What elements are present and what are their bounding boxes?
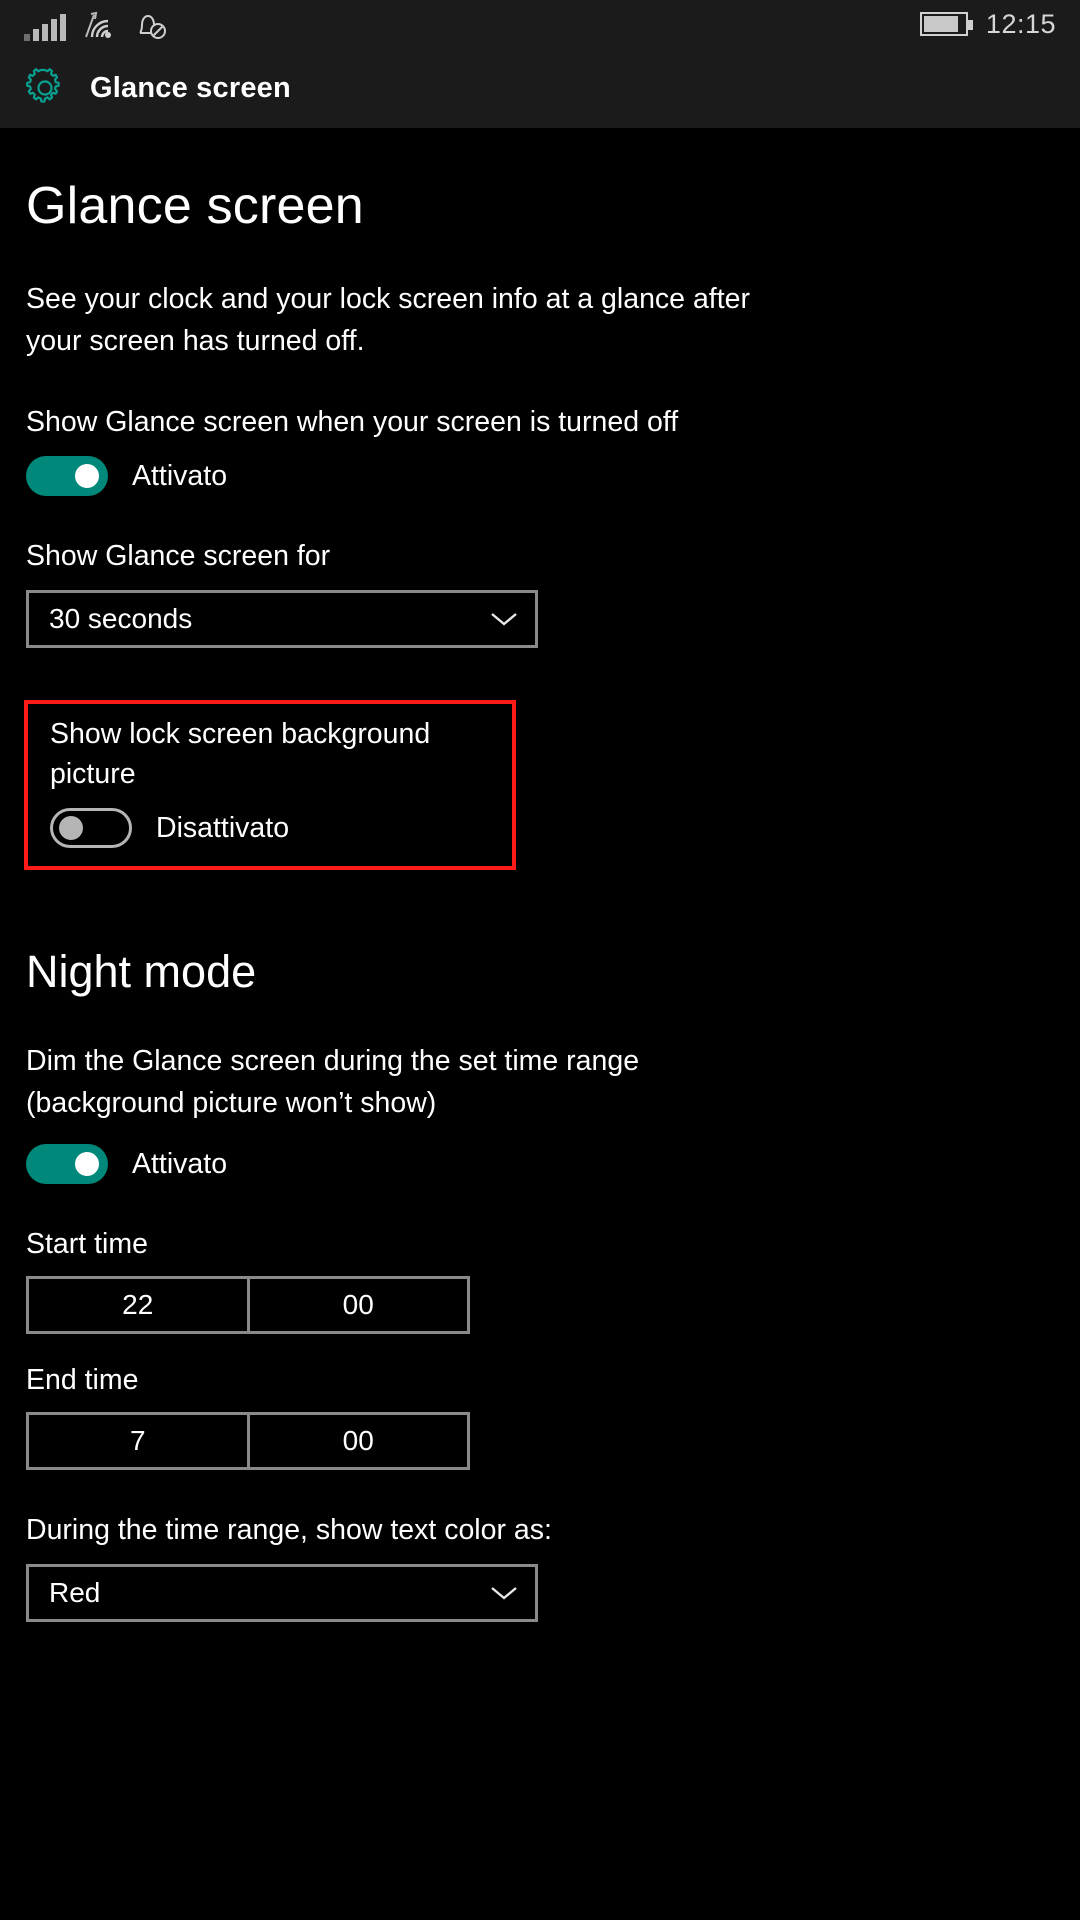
night-mode-state: Attivato: [132, 1147, 228, 1180]
status-bar: 12:15: [0, 0, 1080, 48]
show-glance-when-off-state: Attivato: [132, 459, 228, 492]
lock-screen-background-label: Show lock screen background picture: [50, 718, 431, 790]
end-time-label: End time: [26, 1364, 139, 1396]
status-bar-left-icons: [24, 7, 168, 41]
app-bar-title: Glance screen: [90, 71, 291, 104]
chevron-down-icon: [489, 1584, 519, 1602]
night-mode-toggle-row[interactable]: Attivato: [26, 1144, 1054, 1184]
chevron-down-icon: [489, 610, 519, 628]
end-time-row[interactable]: 7 00: [26, 1412, 470, 1470]
text-color-label: During the time range, show text color a…: [26, 1514, 552, 1546]
start-time-hour[interactable]: 22: [26, 1276, 250, 1334]
lock-screen-background-highlight: Show lock screen background picture Disa…: [24, 700, 516, 870]
end-time-minute[interactable]: 00: [249, 1412, 470, 1470]
lock-screen-background-state: Disattivato: [156, 811, 290, 844]
gear-icon: [22, 65, 68, 111]
bell-off-icon: [134, 11, 168, 41]
text-color-dropdown[interactable]: Red: [26, 1564, 538, 1622]
lock-screen-background-toggle-row[interactable]: Disattivato: [50, 808, 512, 848]
signal-bars-icon: [24, 14, 66, 41]
switch-knob: [59, 816, 83, 840]
page-title: Glance screen: [26, 177, 364, 235]
switch-knob: [75, 1152, 99, 1176]
show-glance-when-off-switch[interactable]: [26, 456, 108, 496]
text-color-value: Red: [49, 1577, 101, 1608]
end-time-hour[interactable]: 7: [26, 1412, 250, 1470]
show-glance-for-value: 30 seconds: [49, 603, 193, 634]
show-glance-for-dropdown[interactable]: 30 seconds: [26, 590, 538, 648]
start-time-label: Start time: [26, 1228, 148, 1260]
page-description: See your clock and your lock screen info…: [26, 283, 750, 357]
wifi-icon: [80, 11, 120, 41]
switch-knob: [75, 464, 99, 488]
night-mode-switch[interactable]: [26, 1144, 108, 1184]
start-time-row[interactable]: 22 00: [26, 1276, 470, 1334]
show-glance-when-off-label: Show Glance screen when your screen is t…: [26, 406, 679, 438]
night-mode-title: Night mode: [26, 946, 257, 997]
battery-icon: [919, 12, 973, 36]
night-mode-description: Dim the Glance screen during the set tim…: [26, 1045, 640, 1119]
lock-screen-background-switch[interactable]: [50, 808, 132, 848]
show-glance-when-off-toggle-row[interactable]: Attivato: [26, 456, 1054, 496]
start-time-minute[interactable]: 00: [249, 1276, 470, 1334]
app-bar: Glance screen: [0, 48, 1080, 128]
show-glance-for-label: Show Glance screen for: [26, 540, 331, 572]
status-bar-clock: 12:15: [985, 8, 1056, 39]
status-bar-right: 12:15: [919, 0, 1056, 48]
page-content: Glance screen See your clock and your lo…: [0, 176, 1080, 1920]
